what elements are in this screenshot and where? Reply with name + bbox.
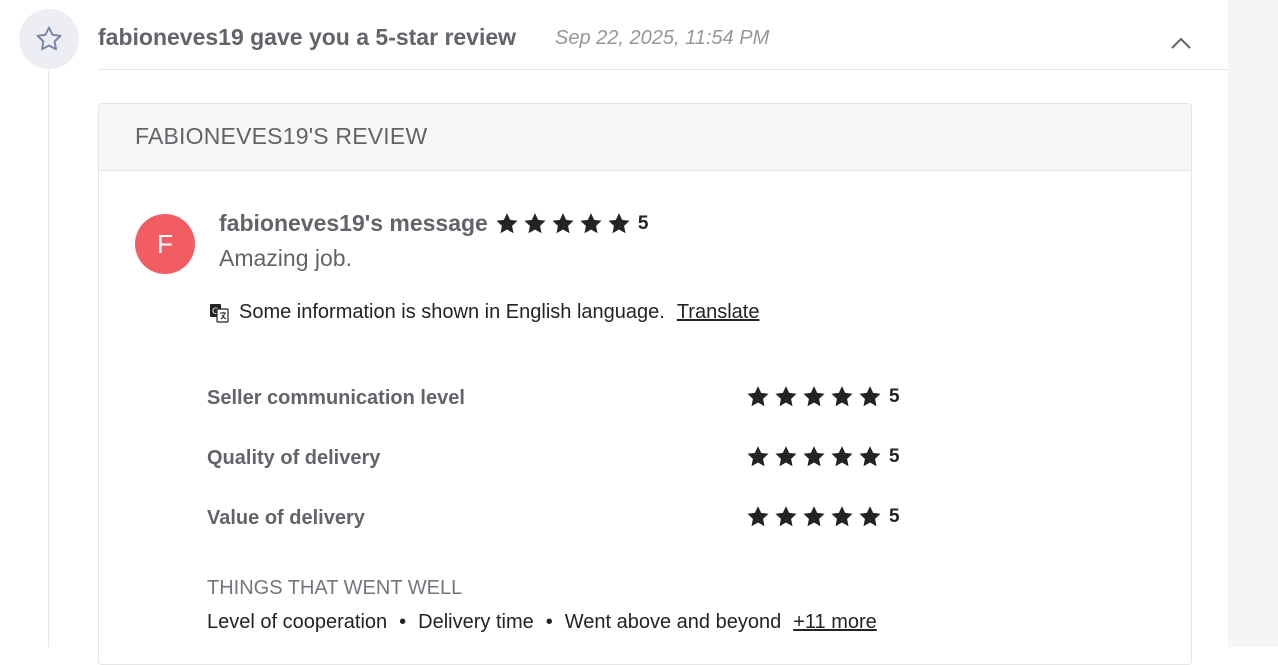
more-link[interactable]: +11 more <box>793 611 877 634</box>
star-filled-icon <box>747 446 769 467</box>
went-well-title: THINGS THAT WENT WELL <box>207 577 463 599</box>
criteria-row-communication: Seller communication level 5 <box>207 384 907 414</box>
review-card: FABIONEVES19'S REVIEW F fabioneves19's m… <box>98 103 1192 665</box>
star-filled-icon <box>859 506 881 527</box>
event-icon-badge <box>19 9 79 69</box>
star-filled-icon <box>859 386 881 407</box>
criteria-row-value: Value of delivery 5 <box>207 504 907 534</box>
star-outline-icon <box>36 26 62 51</box>
review-card-title: FABIONEVES19'S REVIEW <box>135 123 428 149</box>
criteria-label: Value of delivery <box>207 507 365 529</box>
translate-notice-text: Some information is shown in English lan… <box>239 301 665 323</box>
separator-dot: • <box>399 611 407 633</box>
criteria-row-quality: Quality of delivery 5 <box>207 444 907 474</box>
went-well-item: Went above and beyond <box>564 611 782 633</box>
criteria-rating: 5 <box>745 504 900 530</box>
avatar[interactable]: F <box>135 214 195 274</box>
criteria-stars <box>745 444 885 470</box>
star-filled-icon <box>775 386 797 407</box>
star-filled-icon <box>580 212 602 233</box>
translate-link[interactable]: Translate <box>677 301 760 324</box>
criteria-rating-value: 5 <box>889 446 900 467</box>
review-message: Amazing job. <box>219 245 352 271</box>
message-header: fabioneves19's message 5 <box>219 210 648 237</box>
timeline-line <box>48 70 49 647</box>
translate-icon: G <box>210 303 229 323</box>
star-filled-icon <box>803 506 825 527</box>
message-rating-value: 5 <box>637 212 649 234</box>
criteria-rating: 5 <box>745 384 900 410</box>
star-filled-icon <box>496 212 518 233</box>
criteria-rating: 5 <box>745 444 900 470</box>
star-filled-icon <box>747 506 769 527</box>
criteria-stars <box>745 504 885 530</box>
star-filled-icon <box>552 212 574 233</box>
message-title: fabioneves19's message <box>219 210 488 236</box>
star-filled-icon <box>803 446 825 467</box>
went-well-list: Level of cooperation • Delivery time • W… <box>207 611 877 634</box>
criteria-rating-value: 5 <box>889 386 900 407</box>
star-filled-icon <box>775 506 797 527</box>
star-filled-icon <box>831 506 853 527</box>
event-header: fabioneves19 gave you a 5-star review Se… <box>98 0 1228 70</box>
event-date: Sep 22, 2025, 11:54 PM <box>555 27 770 49</box>
criteria-stars <box>745 384 885 410</box>
separator-dot: • <box>545 611 553 633</box>
star-filled-icon <box>775 446 797 467</box>
star-filled-icon <box>831 446 853 467</box>
collapse-button[interactable] <box>1168 30 1194 56</box>
chevron-up-icon <box>1171 37 1191 49</box>
star-filled-icon <box>747 386 769 407</box>
event-title: fabioneves19 gave you a 5-star review <box>98 24 517 50</box>
star-filled-icon <box>608 212 630 233</box>
star-filled-icon <box>524 212 546 233</box>
criteria-label: Seller communication level <box>207 387 465 409</box>
went-well-item: Delivery time <box>418 611 534 633</box>
went-well-item: Level of cooperation <box>207 611 388 633</box>
translate-notice: G Some information is shown in English l… <box>209 301 759 324</box>
star-filled-icon <box>831 386 853 407</box>
message-rating-stars <box>494 211 634 237</box>
criteria-label: Quality of delivery <box>207 447 381 469</box>
review-card-header: FABIONEVES19'S REVIEW <box>99 104 1191 171</box>
criteria-rating-value: 5 <box>889 506 900 527</box>
star-filled-icon <box>859 446 881 467</box>
page-right-gutter <box>1228 0 1278 647</box>
star-filled-icon <box>803 386 825 407</box>
